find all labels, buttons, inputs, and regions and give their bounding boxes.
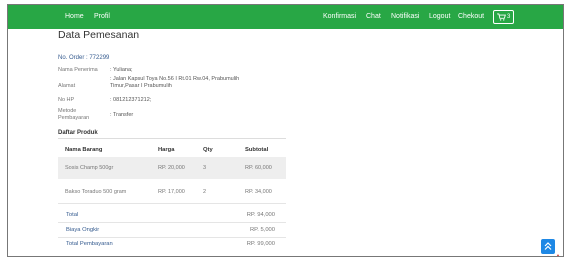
nav-chekout[interactable]: Chekout <box>458 12 484 21</box>
phone-value: : 081212371212; <box>110 97 152 103</box>
product-qty: 3 <box>203 165 207 171</box>
payment-method-value: : Transfer <box>110 112 134 118</box>
recipient-value: : Yuliana; <box>110 67 133 73</box>
cart-count-badge: 3 <box>507 14 511 20</box>
address-label: Alamat <box>58 83 76 89</box>
product-name: Sosis Champ 500gr <box>65 165 114 171</box>
table-header-subtotal: Subtotal <box>245 147 269 153</box>
page-title: Data Pemesanan <box>58 29 140 41</box>
address-value: : Jalan Kapsul Toya No.56 I Rt.01 Rw.04,… <box>110 76 240 89</box>
payment-total-label: Total Pembayaran <box>66 241 113 247</box>
summary-divider <box>58 222 286 223</box>
payment-total-value: RP. 99,000 <box>246 241 275 247</box>
product-name: Bakso Toraduo 500 gram <box>65 189 127 195</box>
nav-konfirmasi[interactable]: Konfirmasi <box>323 12 356 21</box>
product-price: RP. 17,000 <box>158 189 185 195</box>
product-subtotal: RP. 60,000 <box>245 165 272 171</box>
summary-total-value: RP. 94,000 <box>246 212 275 218</box>
order-number: No. Order : 772299 <box>58 55 110 61</box>
phone-label: No HP <box>58 97 75 103</box>
warning-triangle-icon <box>556 254 560 256</box>
payment-method-label: Metode Pembayaran <box>58 108 90 121</box>
table-row: Sosis Champ 500gr RP. 20,000 3 RP. 60,00… <box>58 157 286 179</box>
chevron-up-icon <box>544 242 552 250</box>
recipient-label: Nama Penerima <box>58 67 98 73</box>
nav-home[interactable]: Home <box>65 12 84 21</box>
cart-icon <box>497 13 506 21</box>
nav-profil[interactable]: Profil <box>94 12 110 21</box>
summary-divider <box>58 203 286 204</box>
nav-chat[interactable]: Chat <box>366 12 381 21</box>
top-navbar: Home Profil Konfirmasi Chat Notifikasi L… <box>8 5 563 29</box>
nav-notifikasi[interactable]: Notifikasi <box>391 12 419 21</box>
shipping-cost-label: Biaya Ongkir <box>66 227 100 233</box>
table-divider <box>58 138 286 139</box>
browser-viewport: Home Profil Konfirmasi Chat Notifikasi L… <box>7 4 564 257</box>
vertical-scrollbar[interactable] <box>563 29 564 257</box>
scroll-to-top-button[interactable] <box>541 239 555 254</box>
product-qty: 2 <box>203 189 207 195</box>
summary-divider <box>58 237 286 238</box>
product-list-title: Daftar Produk <box>58 130 98 136</box>
table-header-price: Harga <box>158 147 175 153</box>
product-subtotal: RP. 34,000 <box>245 189 272 195</box>
nav-logout[interactable]: Logout <box>429 12 450 21</box>
table-row: Bakso Toraduo 500 gram RP. 17,000 2 RP. … <box>58 181 286 203</box>
table-header-qty: Qty <box>203 147 213 153</box>
table-header-name: Nama Barang <box>65 147 103 153</box>
shipping-cost-value: RP. 5,000 <box>249 227 275 233</box>
summary-total-label: Total <box>66 212 79 218</box>
cart-button[interactable]: 3 <box>493 10 514 24</box>
product-price: RP. 20,000 <box>158 165 185 171</box>
